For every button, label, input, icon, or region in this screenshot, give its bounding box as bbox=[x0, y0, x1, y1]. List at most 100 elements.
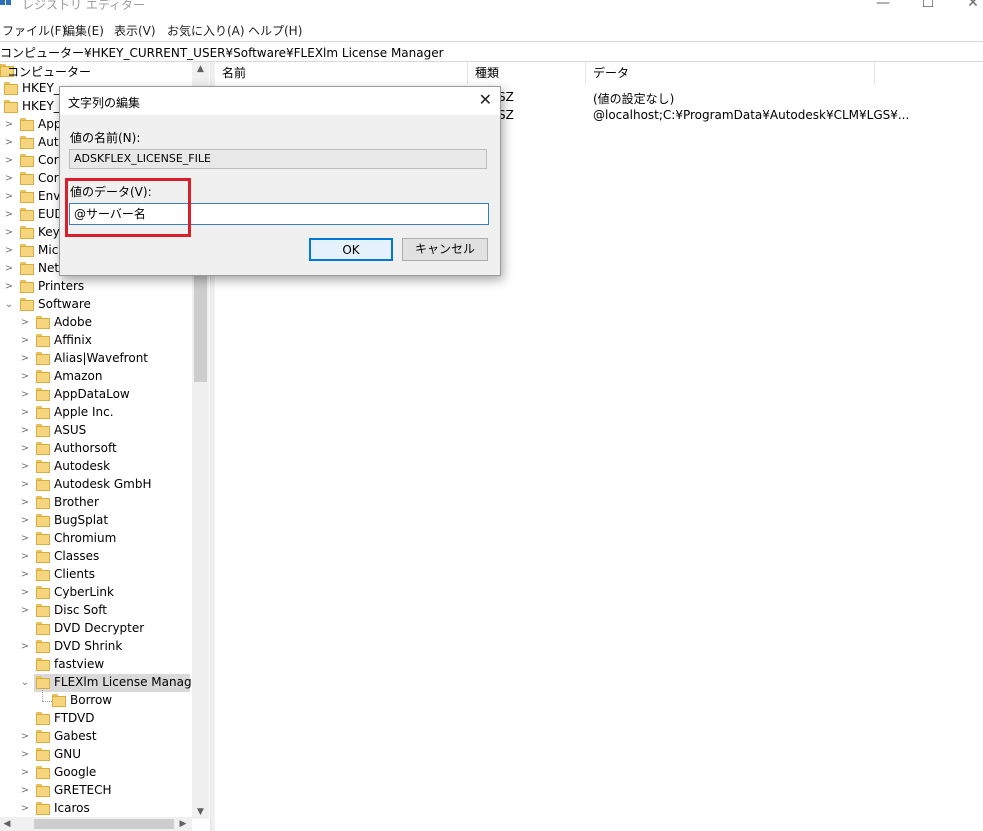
expand-chevron-icon[interactable]: > bbox=[4, 263, 14, 275]
tree-item-label: Authorsoft bbox=[54, 441, 117, 455]
tree-item[interactable]: Borrow bbox=[0, 692, 190, 710]
expand-chevron-icon[interactable]: > bbox=[20, 731, 30, 743]
tree-item-label: Adobe bbox=[54, 315, 92, 329]
tree-item[interactable]: ⌄ FLEXlm License Manager bbox=[21, 674, 204, 692]
expand-chevron-icon[interactable]: > bbox=[20, 497, 30, 509]
expand-chevron-icon[interactable]: > bbox=[4, 191, 14, 203]
column-data[interactable]: データ bbox=[586, 62, 875, 84]
expand-chevron-icon[interactable]: > bbox=[20, 749, 30, 761]
expand-chevron-icon[interactable]: > bbox=[4, 155, 14, 167]
expand-chevron-icon[interactable]: > bbox=[20, 551, 30, 563]
expand-chevron-icon[interactable]: > bbox=[20, 353, 30, 365]
expand-chevron-icon[interactable]: > bbox=[20, 335, 30, 347]
tree-item[interactable]: > Brother bbox=[0, 494, 190, 512]
tree-item-label: Borrow bbox=[70, 693, 113, 707]
folder-icon bbox=[36, 388, 50, 401]
expand-chevron-icon[interactable]: > bbox=[20, 803, 30, 815]
collapse-chevron-icon[interactable]: ⌄ bbox=[20, 677, 30, 689]
menu-edit[interactable]: 編集(E) bbox=[63, 22, 104, 39]
expand-chevron-icon[interactable]: > bbox=[20, 371, 30, 383]
cancel-button[interactable]: キャンセル bbox=[402, 238, 488, 261]
expand-chevron-icon[interactable]: > bbox=[20, 515, 30, 527]
tree-item-label: FTDVD bbox=[54, 711, 95, 725]
tree-item[interactable]: > AppDataLow bbox=[0, 386, 190, 404]
tree-item[interactable]: > GRETECH bbox=[0, 782, 190, 800]
minimize-button[interactable]: — bbox=[863, 0, 903, 12]
scroll-thumb-horizontal[interactable] bbox=[34, 819, 174, 829]
column-name[interactable]: 名前 bbox=[215, 62, 468, 84]
expand-chevron-icon[interactable]: > bbox=[4, 119, 14, 131]
expand-chevron-icon[interactable]: > bbox=[4, 245, 14, 257]
tree-item[interactable]: > Autodesk GmbH bbox=[0, 476, 190, 494]
expand-chevron-icon[interactable]: > bbox=[20, 785, 30, 797]
expand-chevron-icon[interactable]: > bbox=[20, 407, 30, 419]
tree-item[interactable]: > Amazon bbox=[0, 368, 190, 386]
tree-item[interactable]: > Google bbox=[0, 764, 190, 782]
tree-item[interactable]: FTDVD bbox=[0, 710, 190, 728]
expand-chevron-icon[interactable]: > bbox=[20, 479, 30, 491]
expand-chevron-icon[interactable]: > bbox=[20, 587, 30, 599]
close-window-button[interactable]: ✕ bbox=[953, 0, 983, 12]
menu-help[interactable]: ヘルプ(H) bbox=[248, 22, 302, 39]
scroll-left-icon[interactable]: ◀ bbox=[0, 817, 14, 831]
tree-item-label: Mic bbox=[38, 243, 59, 257]
tree-item[interactable]: > Icaros bbox=[0, 800, 190, 818]
expand-chevron-icon[interactable]: > bbox=[20, 317, 30, 329]
expand-chevron-icon[interactable]: > bbox=[4, 227, 14, 239]
tree-root[interactable]: コンピューター bbox=[0, 62, 190, 80]
tree-item[interactable]: > Apple Inc. bbox=[0, 404, 190, 422]
tree-item[interactable]: > Disc Soft bbox=[0, 602, 190, 620]
tree-item[interactable]: > Clients bbox=[0, 566, 190, 584]
expand-chevron-icon[interactable]: > bbox=[20, 461, 30, 473]
tree-item[interactable]: > ASUS bbox=[0, 422, 190, 440]
ok-button[interactable]: OK bbox=[309, 238, 393, 261]
menu-file[interactable]: ファイル(F) bbox=[2, 22, 66, 39]
scroll-down-icon[interactable]: ▼ bbox=[192, 805, 209, 819]
expand-chevron-icon[interactable]: > bbox=[4, 137, 14, 149]
row2-data[interactable]: @localhost;C:¥ProgramData¥Autodesk¥CLM¥L… bbox=[593, 108, 909, 122]
folder-icon bbox=[36, 532, 50, 545]
tree-item-label: Icaros bbox=[54, 801, 90, 815]
expand-chevron-icon[interactable]: > bbox=[4, 173, 14, 185]
row1-data[interactable]: (値の設定なし) bbox=[593, 90, 674, 107]
scroll-thumb[interactable] bbox=[194, 272, 207, 382]
expand-chevron-icon[interactable]: > bbox=[20, 425, 30, 437]
tree-item[interactable]: > Alias|Wavefront bbox=[0, 350, 190, 368]
tree-item[interactable]: > CyberLink bbox=[0, 584, 190, 602]
column-type[interactable]: 種類 bbox=[468, 62, 586, 84]
expand-chevron-icon[interactable]: > bbox=[20, 569, 30, 581]
tree-item[interactable]: > Adobe bbox=[0, 314, 190, 332]
menu-view[interactable]: 表示(V) bbox=[114, 22, 156, 39]
tree-item-label: Env bbox=[38, 189, 61, 203]
dialog-close-icon[interactable]: ✕ bbox=[479, 90, 492, 109]
expand-chevron-icon[interactable]: > bbox=[20, 641, 30, 653]
tree-item[interactable]: > Gabest bbox=[0, 728, 190, 746]
tree-item[interactable]: > GNU bbox=[0, 746, 190, 764]
tree-item[interactable]: fastview bbox=[0, 656, 190, 674]
expand-chevron-icon[interactable]: > bbox=[20, 443, 30, 455]
tree-item[interactable]: > Affinix bbox=[0, 332, 190, 350]
tree-item[interactable]: > Autodesk bbox=[0, 458, 190, 476]
tree-item[interactable]: ⌄ Software bbox=[0, 296, 190, 314]
expand-chevron-icon[interactable]: > bbox=[20, 767, 30, 779]
tree-item[interactable]: DVD Decrypter bbox=[0, 620, 190, 638]
scroll-up-icon[interactable]: ▲ bbox=[192, 62, 209, 76]
expand-chevron-icon[interactable]: > bbox=[4, 281, 14, 293]
tree-item[interactable]: > Chromium bbox=[0, 530, 190, 548]
tree-horizontal-scrollbar[interactable]: ◀ ▶ bbox=[0, 817, 192, 831]
menu-favorites[interactable]: お気に入り(A) bbox=[167, 22, 245, 39]
expand-chevron-icon[interactable]: > bbox=[20, 533, 30, 545]
expand-chevron-icon[interactable]: > bbox=[20, 605, 30, 617]
scroll-right-icon[interactable]: ▶ bbox=[176, 817, 190, 831]
address-bar[interactable]: コンピューター¥HKEY_CURRENT_USER¥Software¥FLEXl… bbox=[0, 41, 983, 62]
tree-item[interactable]: > BugSplat bbox=[0, 512, 190, 530]
tree-item[interactable]: > Authorsoft bbox=[0, 440, 190, 458]
tree-item[interactable]: > Classes bbox=[0, 548, 190, 566]
collapse-chevron-icon[interactable]: ⌄ bbox=[4, 299, 14, 311]
tree-item[interactable]: > DVD Shrink bbox=[0, 638, 190, 656]
tree-item[interactable]: > Printers bbox=[0, 278, 190, 296]
expand-chevron-icon[interactable]: > bbox=[20, 389, 30, 401]
expand-chevron-icon[interactable]: > bbox=[4, 209, 14, 221]
address-path[interactable]: コンピューター¥HKEY_CURRENT_USER¥Software¥FLEXl… bbox=[0, 44, 444, 61]
maximize-button[interactable]: ☐ bbox=[908, 0, 948, 12]
